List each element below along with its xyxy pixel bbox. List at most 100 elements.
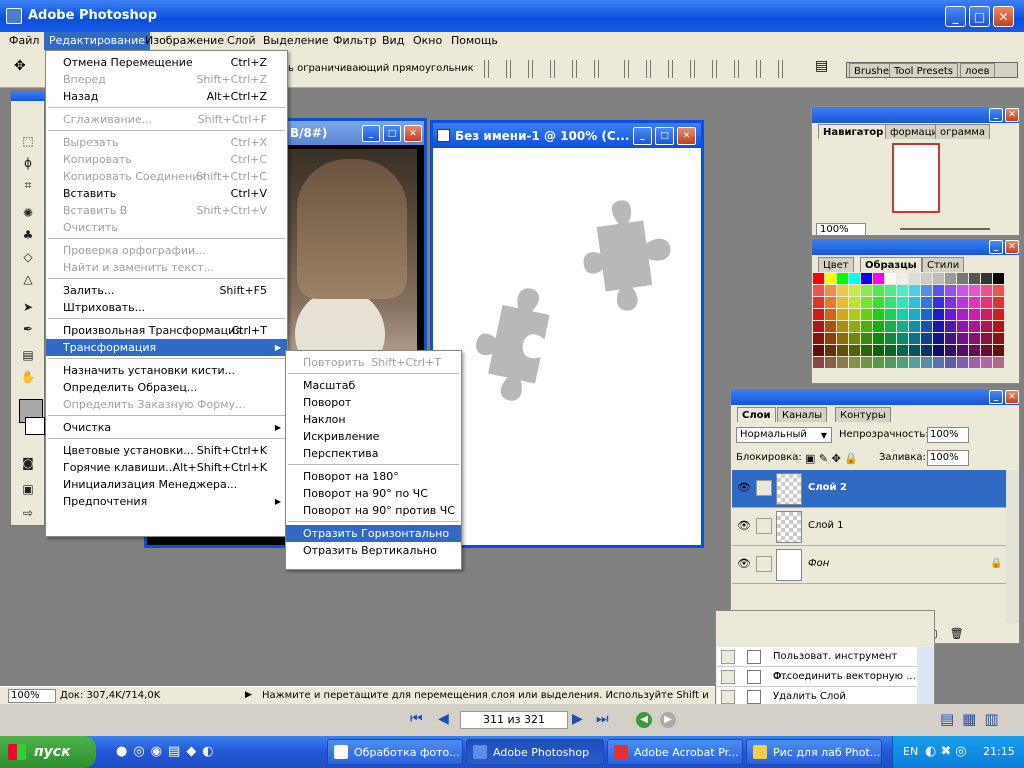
swatch[interactable]: [969, 309, 981, 321]
lasso-tool-icon[interactable]: ϕ: [17, 153, 39, 173]
first-page-icon[interactable]: ⏮: [410, 711, 423, 727]
view-mode-icons[interactable]: ▤▦▥: [940, 710, 1007, 728]
start-button[interactable]: пуск: [0, 736, 96, 768]
swatch[interactable]: [909, 333, 921, 345]
history-item[interactable]: Пользоват. инструмент Ф...: [717, 647, 917, 682]
swatch[interactable]: [981, 333, 993, 345]
swatch[interactable]: [849, 309, 861, 321]
menu-item[interactable]: Цветовые установки... Shift+Ctrl+K: [46, 442, 287, 459]
swatch[interactable]: [849, 321, 861, 333]
menu-item[interactable]: Горячие клавиши... Alt+Shift+Ctrl+K: [46, 459, 287, 476]
swatch[interactable]: [993, 357, 1005, 369]
swatch[interactable]: [837, 297, 849, 309]
swatch[interactable]: [849, 297, 861, 309]
swatch[interactable]: [885, 273, 897, 285]
swatch-grid[interactable]: [813, 273, 1005, 369]
swatch[interactable]: [897, 333, 909, 345]
swatch[interactable]: [957, 321, 969, 333]
panel-minimize-button[interactable]: _: [989, 108, 1003, 122]
swatch[interactable]: [981, 345, 993, 357]
menu-item[interactable]: Наклон: [286, 411, 461, 428]
menu-item[interactable]: Назад Alt+Ctrl+Z: [46, 88, 287, 105]
swatch[interactable]: [933, 273, 945, 285]
close-button[interactable]: ✕: [993, 6, 1014, 27]
menu-item[interactable]: Отмена Перемещение Ctrl+Z: [46, 54, 287, 71]
taskbar-item-acrobat[interactable]: Adobe Acrobat Pr...: [607, 739, 743, 765]
tab-layers[interactable]: Слои: [737, 407, 776, 422]
swatch[interactable]: [981, 285, 993, 297]
swatch[interactable]: [993, 285, 1005, 297]
screen-mode-icon[interactable]: ▣: [17, 479, 39, 499]
swatch[interactable]: [873, 345, 885, 357]
swatch[interactable]: [957, 345, 969, 357]
swatch[interactable]: [861, 297, 873, 309]
swatch[interactable]: [873, 333, 885, 345]
swatch[interactable]: [873, 297, 885, 309]
swatch[interactable]: [849, 333, 861, 345]
swatch[interactable]: [957, 273, 969, 285]
tab-paths[interactable]: Контуры: [835, 407, 891, 422]
taskbar-item-word[interactable]: Обработка фото...: [327, 739, 463, 765]
taskbar-item-folder[interactable]: Рис для лаб Phot...: [746, 739, 882, 765]
swatch[interactable]: [969, 333, 981, 345]
taskbar-item-photoshop[interactable]: Adobe Photoshop: [466, 739, 604, 765]
swatch[interactable]: [861, 357, 873, 369]
swatch[interactable]: [957, 333, 969, 345]
swatch[interactable]: [945, 297, 957, 309]
swatch[interactable]: [897, 285, 909, 297]
menu-item[interactable]: Штриховать...: [46, 299, 287, 316]
layer-row[interactable]: 👁 Слой 1: [732, 508, 1006, 546]
swatch[interactable]: [837, 273, 849, 285]
navigator-proxy[interactable]: [892, 143, 940, 213]
maximize-button[interactable]: □: [969, 6, 990, 27]
menu-item[interactable]: Слой: [222, 32, 261, 50]
menu-item[interactable]: Назначить установки кисти...: [46, 362, 287, 379]
menu-item[interactable]: Искривление: [286, 428, 461, 445]
sharpen-tool-icon[interactable]: △: [17, 269, 39, 289]
swatch[interactable]: [993, 273, 1005, 285]
panel-minimize-button[interactable]: _: [989, 390, 1003, 404]
swatch[interactable]: [909, 345, 921, 357]
status-zoom[interactable]: 100%: [8, 689, 56, 703]
swatch[interactable]: [885, 357, 897, 369]
swatch[interactable]: [837, 333, 849, 345]
swatch[interactable]: [981, 297, 993, 309]
doc-close-button[interactable]: ✕: [677, 127, 696, 145]
panel-minimize-button[interactable]: _: [989, 240, 1003, 254]
eye-icon[interactable]: 👁: [735, 481, 753, 497]
palette-well-icon[interactable]: ▤: [815, 58, 837, 78]
history-item[interactable]: Отсоединить векторную ...: [717, 667, 917, 687]
eraser-tool-icon[interactable]: ◇: [17, 247, 39, 267]
history-snapshot-box[interactable]: [721, 690, 735, 704]
tab-histogram[interactable]: ограмма: [935, 124, 991, 139]
swatch[interactable]: [813, 321, 825, 333]
pen-tool-icon[interactable]: ✒: [17, 319, 39, 339]
menu-item[interactable]: Окно: [408, 32, 447, 50]
link-toggle[interactable]: [756, 480, 772, 496]
swatch[interactable]: [933, 297, 945, 309]
path-select-icon[interactable]: ➤: [17, 297, 39, 317]
swatch[interactable]: [825, 297, 837, 309]
menu-item[interactable]: Помощь: [446, 32, 503, 50]
back-icon[interactable]: ◀: [636, 712, 652, 728]
swatch[interactable]: [993, 345, 1005, 357]
swatch[interactable]: [957, 309, 969, 321]
menu-item[interactable]: Масштаб: [286, 377, 461, 394]
language-indicator[interactable]: EN: [903, 745, 918, 758]
menu-item[interactable]: Вид: [377, 32, 409, 50]
menu-item[interactable]: Предпочтения ▶: [46, 493, 287, 510]
doc-close-button[interactable]: ✕: [404, 125, 422, 142]
menu-item[interactable]: Вставить Ctrl+V: [46, 185, 287, 202]
clone-stamp-icon[interactable]: ♣: [17, 225, 39, 245]
menu-item[interactable]: Произвольная Трансформация Ctrl+T: [46, 322, 287, 339]
panel-close-button[interactable]: ✕: [1005, 240, 1019, 254]
swatch[interactable]: [921, 285, 933, 297]
swatch[interactable]: [945, 345, 957, 357]
swatch[interactable]: [885, 285, 897, 297]
swatch[interactable]: [897, 321, 909, 333]
menu-item[interactable]: Определить Образец...: [46, 379, 287, 396]
swatch[interactable]: [873, 321, 885, 333]
swatch[interactable]: [861, 273, 873, 285]
swatch[interactable]: [825, 333, 837, 345]
swatch[interactable]: [969, 357, 981, 369]
